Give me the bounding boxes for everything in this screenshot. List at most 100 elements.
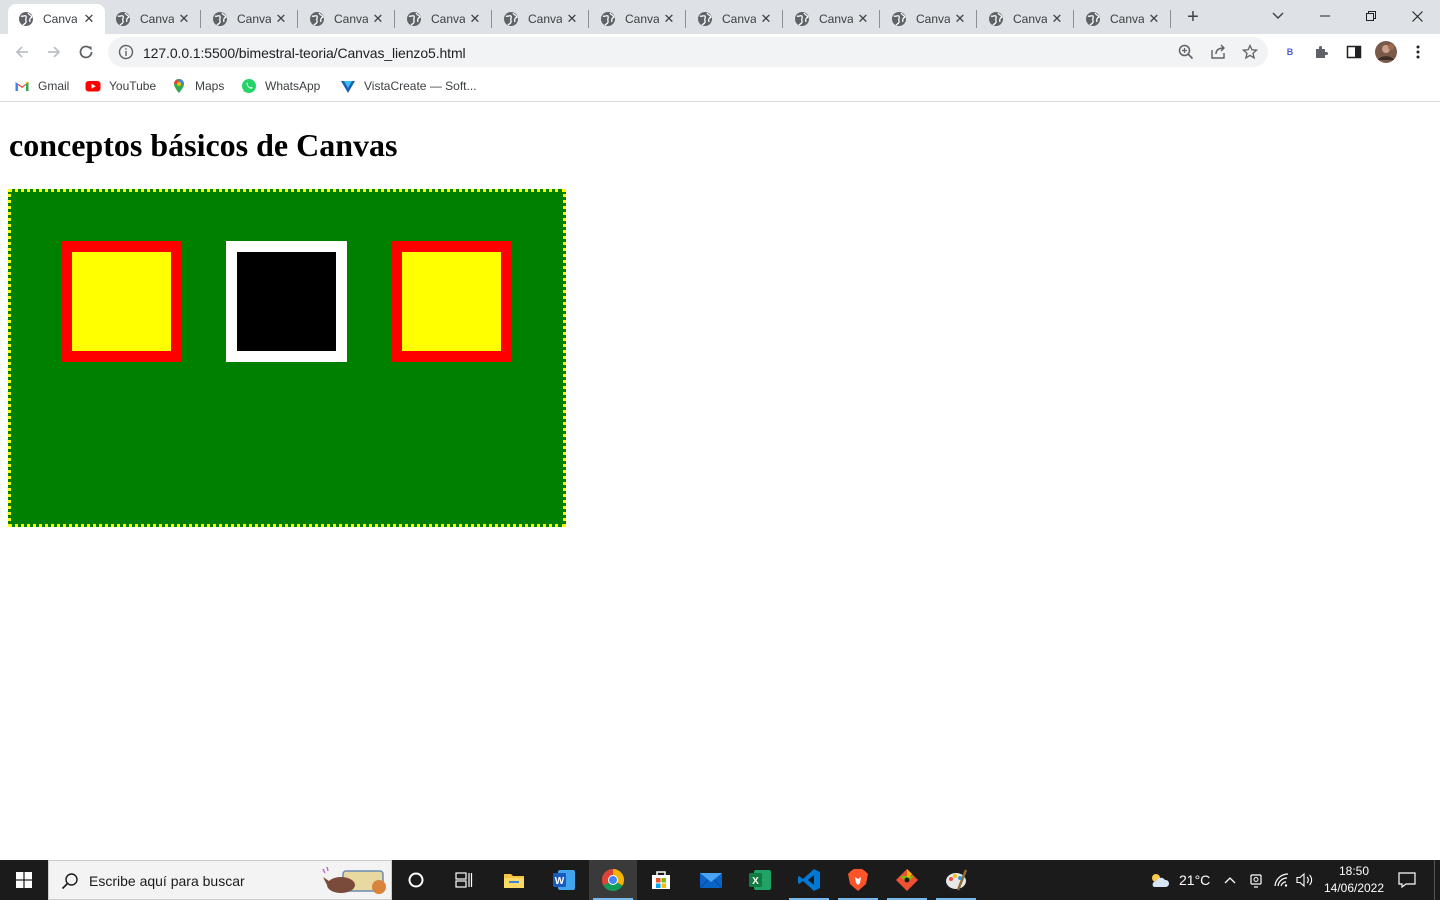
brave-button[interactable] bbox=[834, 860, 882, 900]
tab-close-icon[interactable]: ✕ bbox=[370, 11, 386, 27]
cortana-button[interactable] bbox=[392, 860, 440, 900]
tab-separator bbox=[879, 10, 880, 28]
taskbar-search-box[interactable]: Escribe aquí para buscar bbox=[48, 860, 392, 900]
page-heading: conceptos básicos de Canvas bbox=[9, 127, 398, 163]
bookmark-vistacreate[interactable]: VistaCreate — Soft... bbox=[340, 76, 477, 96]
file-explorer-button[interactable] bbox=[490, 860, 538, 900]
bookmark-label: YouTube bbox=[109, 79, 157, 93]
browser-tab[interactable]: Canvas ✕ bbox=[8, 4, 105, 34]
tab-close-icon[interactable]: ✕ bbox=[467, 11, 483, 27]
tab-close-icon[interactable]: ✕ bbox=[273, 11, 289, 27]
chrome-menu-button[interactable] bbox=[1409, 43, 1427, 61]
globe-icon bbox=[310, 12, 324, 26]
maps-icon bbox=[174, 79, 184, 93]
square-left-inner bbox=[72, 252, 171, 351]
chrome-taskbar-button[interactable] bbox=[589, 860, 637, 900]
address-bar[interactable]: 127.0.0.1:5500/bimestral-teoria/Canvas_l… bbox=[108, 37, 1268, 67]
bookmark-gmail[interactable]: Gmail bbox=[14, 76, 69, 96]
browser-tab[interactable]: Canvas✕ bbox=[202, 4, 297, 34]
canvas-element[interactable] bbox=[8, 189, 566, 527]
search-icon bbox=[61, 873, 78, 890]
windows-logo-icon bbox=[16, 872, 32, 888]
show-hidden-icons-button[interactable] bbox=[1224, 860, 1236, 900]
tab-close-icon[interactable]: ✕ bbox=[1049, 11, 1065, 27]
store-button[interactable] bbox=[637, 860, 685, 900]
tab-close-icon[interactable]: ✕ bbox=[81, 11, 97, 27]
tab-close-icon[interactable]: ✕ bbox=[661, 11, 677, 27]
word-button[interactable]: W bbox=[540, 860, 588, 900]
side-panel-icon bbox=[1346, 45, 1362, 59]
taskbar-clock[interactable]: 18:50 14/06/2022 bbox=[1316, 863, 1392, 897]
tab-title: Canvas bbox=[43, 12, 77, 26]
square-left bbox=[61, 241, 182, 362]
tab-title: Canvas bbox=[140, 12, 174, 26]
vistacreate-icon bbox=[341, 81, 355, 93]
reload-button[interactable] bbox=[72, 38, 100, 66]
browser-tab[interactable]: Canvas✕ bbox=[1075, 4, 1170, 34]
square-middle-inner bbox=[237, 252, 336, 351]
vscode-button[interactable] bbox=[785, 860, 833, 900]
extension-b-button[interactable]: B bbox=[1281, 43, 1299, 61]
bookmark-youtube[interactable]: YouTube bbox=[85, 76, 156, 96]
forward-button[interactable] bbox=[40, 38, 68, 66]
restore-button[interactable] bbox=[1348, 0, 1394, 32]
start-button[interactable] bbox=[0, 860, 48, 900]
meet-now-button[interactable] bbox=[1250, 860, 1264, 900]
desktop-screen: Canvas✕Canvas✕Canvas✕Canvas✕Canvas✕Canva… bbox=[0, 0, 1440, 900]
back-button[interactable] bbox=[8, 38, 36, 66]
notifications-button[interactable] bbox=[1398, 860, 1416, 900]
tab-close-icon[interactable]: ✕ bbox=[176, 11, 192, 27]
tab-close-icon[interactable]: ✕ bbox=[952, 11, 968, 27]
browser-tab[interactable]: Canvas✕ bbox=[784, 4, 879, 34]
bookmarks-bar: Gmail YouTube Maps WhatsApp VistaCreate … bbox=[0, 70, 1440, 102]
bookmark-whatsapp[interactable]: WhatsApp bbox=[241, 76, 320, 96]
browser-tab[interactable]: Canvas✕ bbox=[493, 4, 588, 34]
browser-tab[interactable]: Canvas✕ bbox=[396, 4, 491, 34]
network-button[interactable] bbox=[1274, 860, 1290, 900]
task-view-button[interactable] bbox=[440, 860, 488, 900]
browser-tab[interactable]: Canvas✕ bbox=[978, 4, 1073, 34]
wifi-icon bbox=[1274, 873, 1289, 887]
globe-icon bbox=[116, 12, 130, 26]
tab-title: Canvas bbox=[819, 12, 853, 26]
tab-separator bbox=[782, 10, 783, 28]
browser-tab[interactable]: Canvas✕ bbox=[881, 4, 976, 34]
paint-button[interactable] bbox=[932, 860, 980, 900]
browser-tab[interactable]: Canvas✕ bbox=[687, 4, 782, 34]
side-panel-button[interactable] bbox=[1345, 43, 1363, 61]
bookmark-label: WhatsApp bbox=[265, 79, 321, 93]
url-text[interactable]: 127.0.0.1:5500/bimestral-teoria/Canvas_l… bbox=[143, 45, 466, 61]
excel-icon: X bbox=[749, 870, 771, 890]
notification-center-icon bbox=[1398, 872, 1416, 888]
chevron-down-icon bbox=[1272, 12, 1284, 19]
extension-b-icon: B bbox=[1286, 47, 1294, 57]
close-window-button[interactable] bbox=[1394, 0, 1440, 32]
svg-text:W: W bbox=[555, 876, 565, 887]
bookmark-star-icon[interactable] bbox=[1242, 44, 1258, 60]
tab-close-icon[interactable]: ✕ bbox=[855, 11, 871, 27]
globe-icon bbox=[989, 12, 1003, 26]
info-icon[interactable] bbox=[118, 44, 134, 60]
new-tab-button[interactable]: + bbox=[1181, 6, 1205, 30]
clock-time: 18:50 bbox=[1338, 864, 1370, 878]
extensions-button[interactable] bbox=[1313, 43, 1331, 61]
vscode-icon bbox=[798, 869, 820, 891]
git-button[interactable] bbox=[883, 860, 931, 900]
mail-button[interactable] bbox=[687, 860, 735, 900]
tab-search-button[interactable] bbox=[1255, 0, 1301, 32]
weather-widget[interactable]: 21°C bbox=[1148, 860, 1210, 900]
tab-close-icon[interactable]: ✕ bbox=[1146, 11, 1162, 27]
tab-close-icon[interactable]: ✕ bbox=[564, 11, 580, 27]
bookmark-maps[interactable]: Maps bbox=[171, 76, 224, 96]
zoom-icon[interactable] bbox=[1178, 44, 1194, 60]
excel-button[interactable]: X bbox=[736, 860, 784, 900]
browser-tab[interactable]: Canvas✕ bbox=[299, 4, 394, 34]
profile-avatar-button[interactable] bbox=[1375, 41, 1397, 63]
share-icon[interactable] bbox=[1210, 44, 1226, 60]
browser-tab[interactable]: Canvas✕ bbox=[590, 4, 685, 34]
minimize-button[interactable] bbox=[1302, 0, 1348, 32]
volume-button[interactable] bbox=[1296, 860, 1314, 900]
tab-close-icon[interactable]: ✕ bbox=[758, 11, 774, 27]
browser-tab[interactable]: Canvas✕ bbox=[105, 4, 200, 34]
show-desktop-button[interactable] bbox=[1434, 860, 1440, 900]
